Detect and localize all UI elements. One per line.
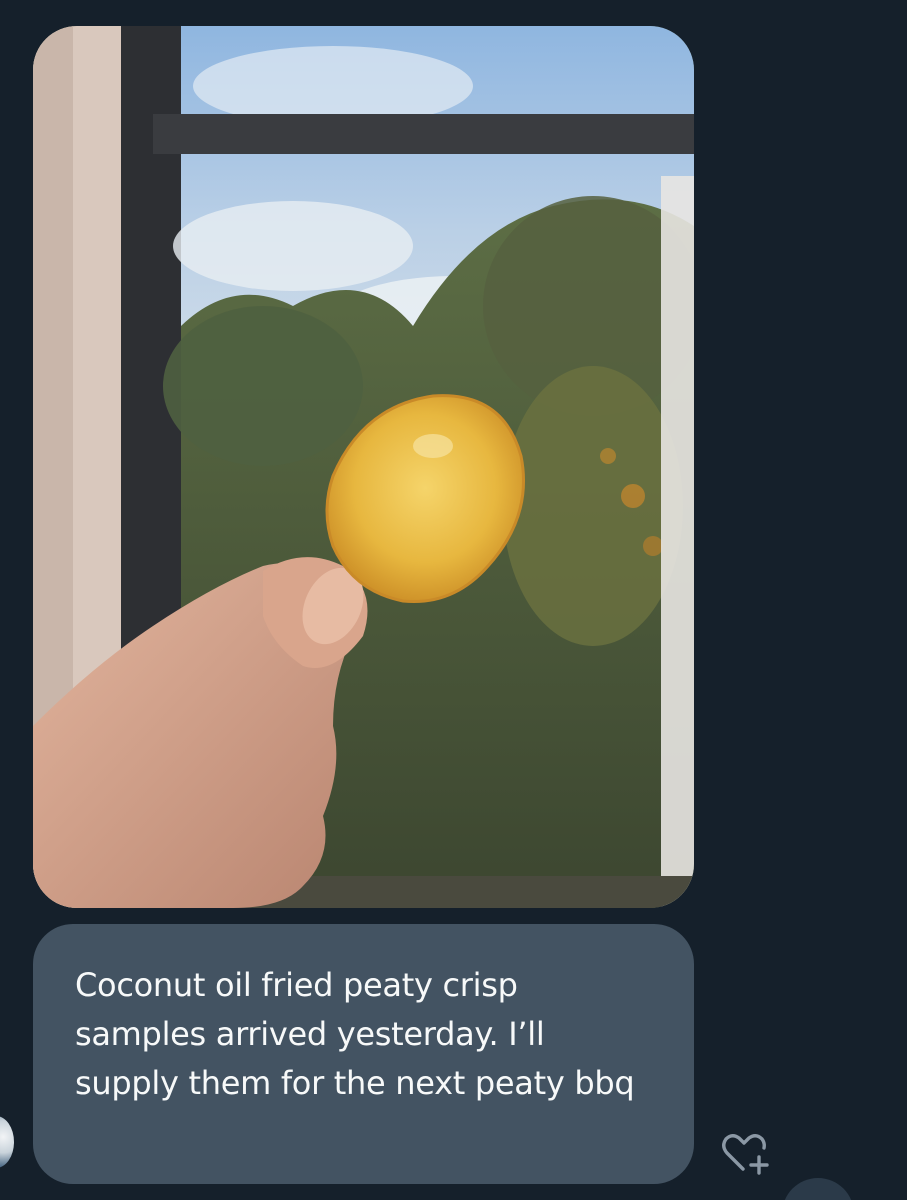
compose-button[interactable] [782, 1178, 854, 1200]
sender-avatar[interactable] [0, 1116, 14, 1168]
photo-image [33, 26, 694, 908]
message-text: Coconut oil fried peaty crisp samples ar… [75, 966, 635, 1102]
message-timestamp [86, 1191, 176, 1200]
message-bubble[interactable]: Coconut oil fried peaty crisp samples ar… [33, 924, 694, 1184]
dm-conversation: Coconut oil fried peaty crisp samples ar… [0, 0, 907, 1200]
message-photo[interactable] [33, 26, 694, 908]
heart-plus-icon[interactable] [719, 1131, 769, 1177]
